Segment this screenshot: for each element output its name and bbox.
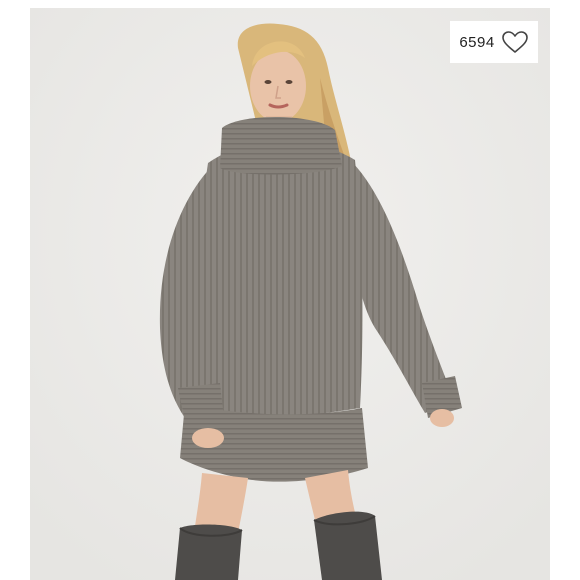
product-photo[interactable]	[30, 8, 550, 580]
product-photo-illustration	[30, 8, 550, 580]
like-button[interactable]: 6594	[450, 21, 538, 63]
like-count: 6594	[459, 33, 495, 51]
heart-outline-icon	[501, 30, 529, 54]
listing-image-frame: 6594	[0, 0, 580, 580]
